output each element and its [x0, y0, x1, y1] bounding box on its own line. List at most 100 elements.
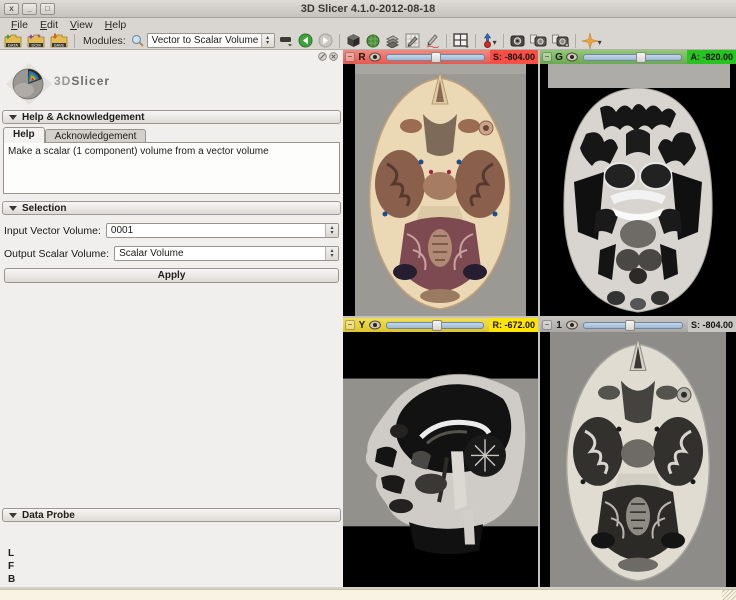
green-collapse-button[interactable]: [542, 52, 552, 62]
axial-grayscale-image: [540, 332, 736, 587]
sparkle-icon: [581, 32, 598, 49]
scene-views-button[interactable]: [365, 32, 381, 49]
help-text: Make a scalar (1 component) volume from …: [8, 146, 269, 157]
red-slice-image[interactable]: [343, 64, 538, 316]
menu-file[interactable]: File: [5, 19, 34, 31]
output-volume-selector[interactable]: Scalar Volume: [114, 246, 339, 261]
module-back-button[interactable]: [297, 32, 314, 49]
toolbar-separator: [502, 33, 504, 48]
modules-search-icon[interactable]: [131, 34, 144, 47]
gray-visibility-eye-icon[interactable]: [566, 320, 578, 330]
red-slice-offset-readout: S: -804.00: [489, 50, 538, 64]
capture-gear-icon: [551, 34, 569, 47]
toolbar-separator: [474, 33, 476, 48]
gray-slice-controller: 1 S: -804.00: [540, 318, 736, 332]
gray-slider-handle[interactable]: [625, 319, 636, 331]
cube-icon: [347, 34, 360, 47]
panel-close-icon[interactable]: [329, 52, 338, 61]
module-header: 3DSlicer: [0, 50, 343, 105]
editor-icon: [405, 33, 420, 48]
svg-text:SAVE: SAVE: [54, 42, 65, 47]
gray-slice-image[interactable]: [540, 332, 736, 587]
menu-edit[interactable]: Edit: [34, 19, 64, 31]
data-probe-rows: L F B: [8, 548, 343, 587]
load-data-button[interactable]: DATA: [3, 32, 23, 49]
dicom-button[interactable]: DCM: [26, 32, 46, 49]
red-slice-controller: R S: -804.00: [343, 50, 538, 64]
input-volume-arrows-icon[interactable]: [325, 224, 338, 237]
sphere-icon: [366, 34, 380, 47]
yellow-slider-handle[interactable]: [432, 319, 443, 331]
resize-grip[interactable]: [722, 589, 736, 600]
green-slice-offset-readout: A: -820.00: [687, 50, 736, 64]
layout-button[interactable]: [452, 32, 470, 49]
app-window: x _ □ 3D Slicer 4.1.0-2012-08-18 File Ed…: [0, 0, 736, 600]
gray-collapse-button[interactable]: [542, 320, 552, 330]
extensions-wizard-button[interactable]: [581, 32, 603, 49]
green-slice-image[interactable]: [540, 64, 736, 316]
help-acknowledgement-section-header[interactable]: Help & Acknowledgement: [2, 110, 341, 124]
green-slice-view: G A: -820.00: [540, 50, 736, 316]
module-selector-arrows-icon[interactable]: [260, 34, 274, 47]
red-slider-handle[interactable]: [430, 51, 441, 63]
annotation-pen-button[interactable]: [424, 32, 441, 49]
red-visibility-eye-icon[interactable]: [369, 52, 381, 62]
green-slider-handle[interactable]: [635, 51, 646, 63]
yellow-visibility-eye-icon[interactable]: [369, 320, 381, 330]
mouse-mode-button[interactable]: [481, 32, 498, 49]
green-slice-controller: G A: -820.00: [540, 50, 736, 64]
data-probe-section-header[interactable]: Data Probe: [2, 508, 341, 522]
probe-layer-L: L: [8, 548, 15, 559]
layers-button[interactable]: [384, 32, 401, 49]
screenshot-button[interactable]: [509, 32, 526, 49]
toolbar-separator: [74, 33, 75, 48]
sparkle-caret-icon: [598, 33, 602, 48]
red-slice-view: R S: -804.00: [343, 50, 538, 316]
gray-slice-offset-slider[interactable]: [583, 319, 683, 331]
modules-label: Modules:: [83, 34, 126, 47]
input-volume-value: 0001: [110, 225, 134, 236]
collapse-triangle-icon: [9, 205, 17, 211]
selection-section-header[interactable]: Selection: [2, 201, 341, 215]
green-visibility-eye-icon[interactable]: [566, 52, 578, 62]
slicer-logo-text: 3DSlicer: [54, 74, 111, 88]
svg-text:DCM: DCM: [31, 42, 40, 47]
save-button[interactable]: SAVE: [49, 32, 69, 49]
input-volume-selector[interactable]: 0001: [105, 223, 339, 238]
yellow-slice-image[interactable]: [343, 332, 538, 587]
gray-view-label: 1: [556, 319, 562, 331]
output-volume-arrows-icon[interactable]: [325, 247, 338, 260]
red-collapse-button[interactable]: [345, 52, 355, 62]
title-bar[interactable]: x _ □ 3D Slicer 4.1.0-2012-08-18: [0, 0, 736, 18]
editor-button[interactable]: [404, 32, 421, 49]
module-history-button[interactable]: [278, 32, 294, 49]
dicom-icon: DCM: [27, 33, 45, 47]
red-slice-offset-slider[interactable]: [386, 51, 485, 63]
capture-options-button[interactable]: [551, 32, 570, 49]
tab-acknowledgement[interactable]: Acknowledgement: [44, 129, 147, 143]
module-forward-button[interactable]: [317, 32, 334, 49]
green-slice-offset-slider[interactable]: [583, 51, 683, 63]
panel-undock-icon[interactable]: [318, 52, 327, 61]
yellow-slice-offset-slider[interactable]: [386, 319, 485, 331]
collapse-triangle-icon: [9, 512, 17, 518]
menu-view[interactable]: View: [64, 19, 99, 31]
red-view-label: R: [358, 51, 366, 63]
scene-capture-button[interactable]: [529, 32, 548, 49]
main-toolbar: DATA DCM SAVE Modules: Vector to Scalar …: [0, 32, 736, 50]
extensions-button[interactable]: [345, 32, 362, 49]
input-volume-label: Input Vector Volume:: [4, 224, 101, 237]
module-panel: 3DSlicer Help & Acknowledgement Help Ack…: [0, 50, 343, 587]
toolbar-separator: [445, 33, 447, 48]
probe-layer-F: F: [8, 561, 15, 572]
apply-button[interactable]: Apply: [4, 268, 339, 283]
window-title: 3D Slicer 4.1.0-2012-08-18: [300, 2, 436, 15]
yellow-collapse-button[interactable]: [345, 320, 355, 330]
module-back-icon: [298, 33, 313, 48]
menu-help[interactable]: Help: [99, 19, 133, 31]
help-tabs: Help Acknowledgement: [3, 127, 340, 143]
module-selector[interactable]: Vector to Scalar Volume: [146, 33, 275, 48]
status-bar: [0, 589, 736, 600]
tab-help[interactable]: Help: [3, 127, 45, 143]
toolbar-separator: [338, 33, 340, 48]
